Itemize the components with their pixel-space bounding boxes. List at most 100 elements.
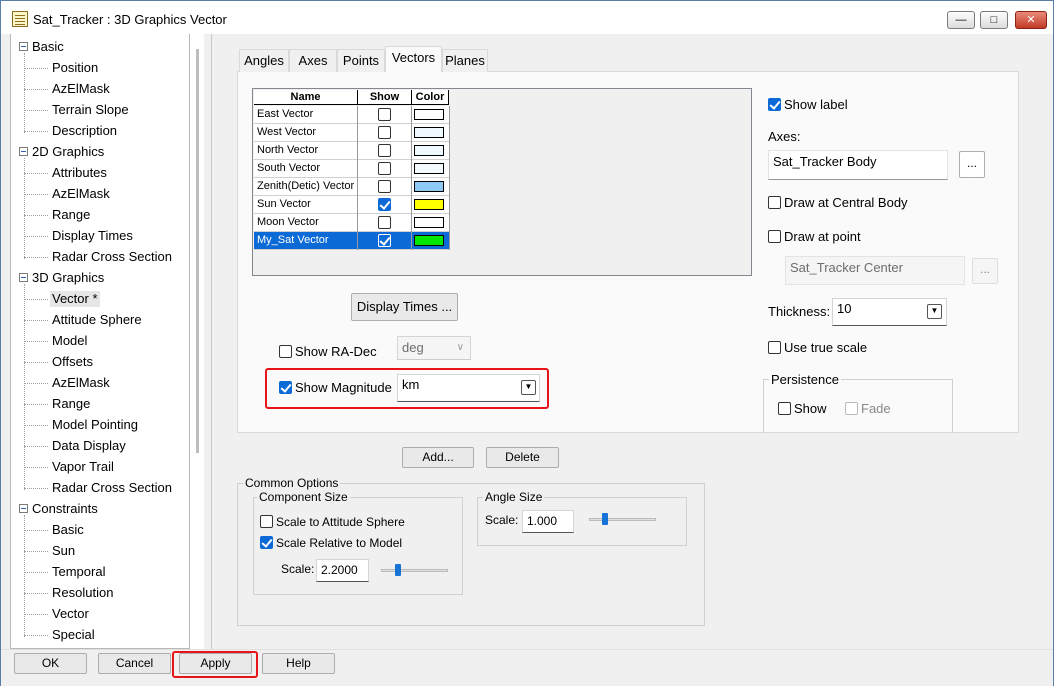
show-vector-checkbox[interactable] <box>378 108 391 121</box>
component-scale-slider[interactable] <box>381 569 448 572</box>
color-swatch[interactable] <box>414 181 444 192</box>
vector-name[interactable]: South Vector <box>254 160 358 178</box>
grid-row[interactable]: My_Sat Vector <box>254 232 450 250</box>
color-swatch[interactable] <box>414 145 444 156</box>
vector-name[interactable]: My_Sat Vector <box>254 232 358 250</box>
angle-scale-slider-thumb[interactable] <box>602 513 608 525</box>
tree-item[interactable]: Display Times <box>52 228 133 244</box>
tree-item[interactable]: AzElMask <box>52 375 110 391</box>
tab-vectors[interactable]: Vectors <box>385 46 442 72</box>
color-swatch[interactable] <box>414 163 444 174</box>
show-vector-checkbox[interactable] <box>378 144 391 157</box>
tree-collapse-icon[interactable] <box>19 42 28 51</box>
tab-axes[interactable]: Axes <box>289 49 337 72</box>
show-vector-checkbox[interactable] <box>378 180 391 193</box>
grid-row[interactable]: North Vector <box>254 142 450 160</box>
vector-name[interactable]: Zenith(Detic) Vector <box>254 178 358 196</box>
show-vector-checkbox[interactable] <box>378 126 391 139</box>
show-vector-checkbox[interactable] <box>378 216 391 229</box>
tree-item[interactable]: Resolution <box>52 585 113 601</box>
show-label-checkbox[interactable] <box>768 98 781 111</box>
axes-field[interactable]: Sat_Tracker Body <box>768 150 948 180</box>
tree-group[interactable]: 3D Graphics <box>32 270 104 286</box>
grid-row[interactable]: West Vector <box>254 124 450 142</box>
vector-name[interactable]: East Vector <box>254 106 358 124</box>
draw-central-body-checkbox[interactable] <box>768 196 781 209</box>
tree-item[interactable]: AzElMask <box>52 81 110 97</box>
tree-item[interactable]: Offsets <box>52 354 93 370</box>
close-button[interactable]: ✕ <box>1015 11 1047 29</box>
unit-picker-icon[interactable]: ▼ <box>521 380 536 395</box>
persistence-show-checkbox[interactable] <box>778 402 791 415</box>
tab-angles[interactable]: Angles <box>239 49 289 72</box>
tree-item[interactable]: Description <box>52 123 117 139</box>
color-swatch[interactable] <box>414 199 444 210</box>
color-swatch[interactable] <box>414 127 444 138</box>
persistence-fade-checkbox[interactable] <box>845 402 858 415</box>
color-swatch[interactable] <box>414 235 444 246</box>
component-scale-field[interactable]: 2.2000 <box>316 559 369 582</box>
tree-item[interactable]: Position <box>52 60 98 76</box>
tree-item[interactable]: Data Display <box>52 438 126 454</box>
tree-item[interactable]: Range <box>52 396 90 412</box>
tree-item[interactable]: Radar Cross Section <box>52 249 172 265</box>
angle-scale-slider[interactable] <box>589 518 656 521</box>
show-magnitude-checkbox[interactable] <box>279 381 292 394</box>
magnitude-unit-field[interactable]: km <box>397 374 540 402</box>
thickness-picker-icon[interactable]: ▼ <box>927 304 942 319</box>
add-button[interactable]: Add... <box>402 447 474 468</box>
vector-name[interactable]: Sun Vector <box>254 196 358 214</box>
tree-group[interactable]: Constraints <box>32 501 98 517</box>
scale-relative-checkbox[interactable] <box>260 536 273 549</box>
help-button[interactable]: Help <box>262 653 335 674</box>
maximize-button[interactable]: □ <box>980 11 1008 29</box>
tree-item[interactable]: AzElMask <box>52 186 110 202</box>
tree-item[interactable]: Vector <box>52 606 89 622</box>
tree-group[interactable]: Basic <box>32 39 64 55</box>
point-browse-button[interactable]: ... <box>972 258 998 284</box>
show-vector-checkbox[interactable] <box>378 198 391 211</box>
tree-item[interactable]: Attitude Sphere <box>52 312 142 328</box>
grid-row[interactable]: South Vector <box>254 160 450 178</box>
tree-item[interactable]: Temporal <box>52 564 105 580</box>
minimize-button[interactable]: — <box>947 11 975 29</box>
vector-name[interactable]: North Vector <box>254 142 358 160</box>
ra-dec-unit-select[interactable]: deg ∨ <box>397 336 471 360</box>
color-swatch[interactable] <box>414 109 444 120</box>
scale-to-sphere-checkbox[interactable] <box>260 515 273 528</box>
grid-header-show[interactable]: Show <box>358 90 412 105</box>
show-ra-dec-checkbox[interactable] <box>279 345 292 358</box>
draw-at-point-checkbox[interactable] <box>768 230 781 243</box>
tree-item[interactable]: Sun <box>52 543 75 559</box>
component-scale-slider-thumb[interactable] <box>395 564 401 576</box>
vector-name[interactable]: Moon Vector <box>254 214 358 232</box>
tree-item[interactable]: Radar Cross Section <box>52 480 172 496</box>
tree-item[interactable]: Attributes <box>52 165 107 181</box>
tree-collapse-icon[interactable] <box>19 147 28 156</box>
use-true-scale-checkbox[interactable] <box>768 341 781 354</box>
show-vector-checkbox[interactable] <box>378 162 391 175</box>
tree-item[interactable]: Model <box>52 333 87 349</box>
tree-item[interactable]: Vapor Trail <box>52 459 114 475</box>
tab-planes[interactable]: Planes <box>442 49 488 72</box>
axes-browse-button[interactable]: ... <box>959 151 985 178</box>
color-swatch[interactable] <box>414 217 444 228</box>
pane-splitter[interactable] <box>204 34 212 649</box>
tree-item[interactable]: Special <box>52 627 95 643</box>
tree-scrollbar-thumb[interactable] <box>196 49 199 453</box>
tree-collapse-icon[interactable] <box>19 504 28 513</box>
show-vector-checkbox[interactable] <box>378 234 391 247</box>
grid-row[interactable]: East Vector <box>254 106 450 124</box>
tree-item[interactable]: Model Pointing <box>52 417 138 433</box>
display-times-button[interactable]: Display Times ... <box>351 293 458 321</box>
point-field[interactable]: Sat_Tracker Center <box>785 256 965 285</box>
grid-row[interactable]: Sun Vector <box>254 196 450 214</box>
cancel-button[interactable]: Cancel <box>98 653 171 674</box>
tree-item[interactable]: Vector * <box>50 291 100 307</box>
tree-item[interactable]: Range <box>52 207 90 223</box>
angle-scale-field[interactable]: 1.000 <box>522 510 574 533</box>
tree-collapse-icon[interactable] <box>19 273 28 282</box>
tree-group[interactable]: 2D Graphics <box>32 144 104 160</box>
tree-item[interactable]: Terrain Slope <box>52 102 129 118</box>
delete-button[interactable]: Delete <box>486 447 559 468</box>
